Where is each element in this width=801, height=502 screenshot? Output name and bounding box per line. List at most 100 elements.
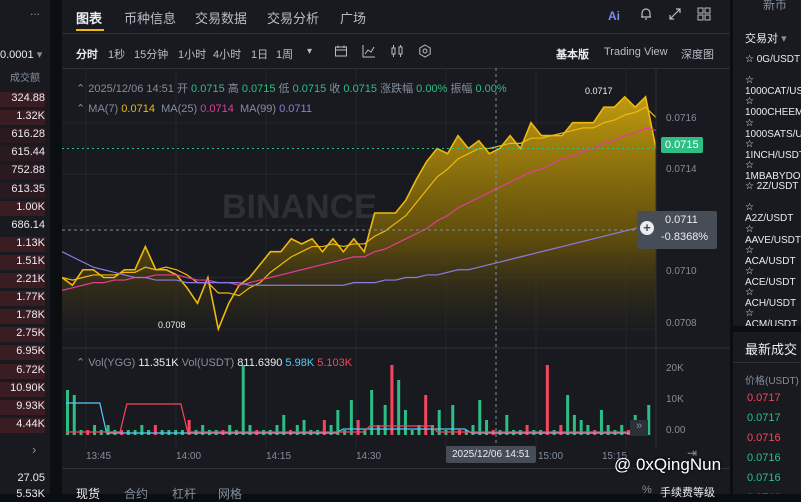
interval-15m[interactable]: 15分钟 <box>134 46 168 62</box>
order-row[interactable]: 1.78K <box>0 309 45 325</box>
volume-legend: ⌃ Vol(YGG) 11.351K Vol(USDT) 811.6390 5.… <box>76 356 352 369</box>
price-tick: 0.0710 <box>666 266 697 277</box>
pair-item[interactable]: ☆ 1MBABYDOGE/USDT <box>745 160 801 182</box>
star-icon[interactable]: ☆ <box>745 75 754 86</box>
star-icon[interactable]: ☆ <box>745 224 754 235</box>
vol-ma-value-1: 5.98K <box>285 357 315 369</box>
bell-icon[interactable] <box>639 7 653 24</box>
ohlc-high: 0.0715 <box>241 83 276 95</box>
order-row[interactable]: 6.72K <box>0 363 45 379</box>
pair-filter[interactable]: 交易对 ▾ <box>745 30 787 46</box>
fee-level-link[interactable]: 手续费等级 <box>660 484 715 500</box>
cursor-time: 2025/12/06 14:51 <box>446 446 536 463</box>
order-row[interactable]: 2.75K <box>0 327 45 343</box>
star-icon[interactable]: ☆ <box>745 139 754 150</box>
star-icon[interactable]: ☆ <box>745 181 757 192</box>
volume-bar <box>66 390 69 435</box>
legend-collapse-icon[interactable]: ⌃ <box>76 103 85 115</box>
pair-item[interactable]: ☆ 1INCH/USDT <box>745 139 801 161</box>
order-row[interactable]: 616.28 <box>0 128 45 144</box>
interval-1s[interactable]: 1秒 <box>108 46 125 62</box>
order-row[interactable]: 615.44 <box>0 146 45 162</box>
order-row[interactable]: 4.44K <box>0 417 45 433</box>
calendar-icon[interactable] <box>334 44 348 61</box>
order-row[interactable]: 1.32K <box>0 110 45 126</box>
order-row[interactable]: 1.51K <box>0 254 45 270</box>
pair-item[interactable]: ☆ ACH/USDT <box>745 287 801 309</box>
order-row[interactable]: 6.95K <box>0 345 45 361</box>
view-depth[interactable]: 深度图 <box>681 46 714 62</box>
candle-type-icon[interactable] <box>390 44 404 61</box>
order-row[interactable]: 9.93K <box>0 399 45 415</box>
interval-dropdown-icon[interactable]: ▾ <box>307 46 312 57</box>
volume-tick: 20K <box>666 363 684 374</box>
interval-1d[interactable]: 1日 <box>251 46 268 62</box>
star-icon[interactable]: ☆ <box>745 202 754 213</box>
interval-1w[interactable]: 1周 <box>276 46 293 62</box>
star-icon[interactable]: ☆ <box>745 118 754 129</box>
view-tradingview[interactable]: Trading View <box>604 46 668 58</box>
volume-bar <box>349 400 353 435</box>
active-tab-underline <box>76 29 104 31</box>
current-price-tag: 0.0715 <box>661 137 703 153</box>
volume-bar <box>370 390 374 435</box>
volume-bar <box>566 395 570 435</box>
tab-new-coins[interactable]: 新币 <box>763 0 787 13</box>
ohlc-close: 0.0715 <box>343 83 378 95</box>
settings-icon[interactable] <box>418 44 432 61</box>
pair-item[interactable]: ☆ 1000CAT/USDT <box>745 75 801 97</box>
interval-4h[interactable]: 4小时 <box>213 46 241 62</box>
order-row[interactable]: 10.90K <box>0 381 45 397</box>
star-icon[interactable]: ☆ <box>745 266 754 277</box>
star-icon[interactable]: ☆ <box>745 160 754 171</box>
pair-item[interactable]: ☆ 0G/USDT <box>745 54 800 65</box>
order-row[interactable]: 1.00K <box>0 200 45 216</box>
pair-item[interactable]: ☆ 2Z/USDT <box>745 181 798 192</box>
indicator-icon[interactable] <box>362 44 376 61</box>
price-tick: 0.0716 <box>666 113 697 124</box>
pair-item[interactable]: ☆ ACE/USDT <box>745 266 801 288</box>
pair-item[interactable]: ☆ A2Z/USDT <box>745 202 801 224</box>
order-row[interactable]: 2.21K <box>0 273 45 288</box>
legend-collapse-icon[interactable]: ⌃ <box>76 83 85 95</box>
volume-bar <box>410 430 414 435</box>
ai-icon[interactable]: Ai <box>608 9 620 23</box>
grid-layout-icon[interactable] <box>697 7 711 24</box>
order-row[interactable]: 613.35 <box>0 182 45 198</box>
cursor-price-box: + 0.0711 -0.8368% <box>637 211 717 249</box>
pair-item[interactable]: ☆ AAVE/USDT <box>745 224 801 246</box>
interval-timeline[interactable]: 分时 <box>76 46 98 62</box>
chart-panel: 图表 币种信息 交易数据 交易分析 广场 Ai 分时 1秒 15分钟 1小时 4… <box>62 0 730 501</box>
tab-trading-data[interactable]: 交易数据 <box>195 8 247 27</box>
chevron-right-icon[interactable]: › <box>32 442 36 457</box>
order-row[interactable]: 1.77K <box>0 291 45 307</box>
tab-chart[interactable]: 图表 <box>76 8 102 27</box>
pair-item[interactable]: ☆ 1000CHEEMS/USDT <box>745 96 801 118</box>
view-basic[interactable]: 基本版 <box>556 46 589 62</box>
scroll-right-button[interactable]: » <box>630 420 648 436</box>
star-icon[interactable]: ☆ <box>745 54 757 65</box>
more-icon[interactable]: ... <box>30 4 40 18</box>
tab-coin-info[interactable]: 币种信息 <box>124 8 176 27</box>
star-icon[interactable]: ☆ <box>745 308 754 319</box>
star-icon[interactable]: ☆ <box>745 245 754 256</box>
volume-bar <box>397 380 401 435</box>
precision-select[interactable]: 0.0001 ▾ <box>0 48 42 61</box>
price-tick: 0.0714 <box>666 164 697 175</box>
order-row[interactable]: 686.14 <box>0 218 45 234</box>
order-row[interactable]: 1.13K <box>0 236 45 252</box>
star-icon[interactable]: ☆ <box>745 96 754 107</box>
pair-item[interactable]: ☆ 1000SATS/USDT <box>745 118 801 140</box>
tab-square[interactable]: 广场 <box>340 8 366 27</box>
legend-collapse-icon[interactable]: ⌃ <box>76 357 85 369</box>
divider <box>733 362 801 363</box>
order-row[interactable]: 324.88 <box>0 92 45 107</box>
star-icon[interactable]: ☆ <box>745 287 754 298</box>
add-alert-icon[interactable]: + <box>640 221 654 235</box>
pair-item[interactable]: ☆ ACA/USDT <box>745 245 801 267</box>
interval-1h[interactable]: 1小时 <box>178 46 206 62</box>
vol-ygg-value: 11.351K <box>138 357 179 369</box>
order-row[interactable]: 752.88 <box>0 164 45 180</box>
tab-trading-analysis[interactable]: 交易分析 <box>267 8 319 27</box>
expand-icon[interactable] <box>668 7 682 24</box>
